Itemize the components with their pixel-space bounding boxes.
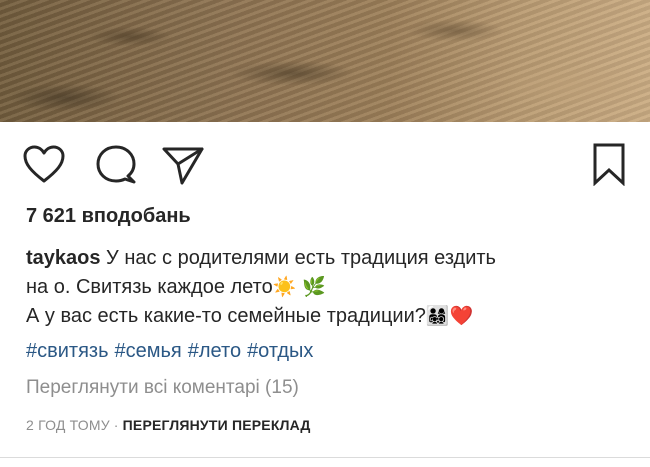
red-heart-emoji: ❤️ (449, 306, 474, 327)
caption-line-3: А у вас есть какие-то семейные традиции?… (26, 302, 626, 331)
caption-username[interactable]: taykaos (26, 247, 101, 269)
view-all-comments-link[interactable]: Переглянути всі коментарі (15) (26, 377, 299, 399)
hashtag-link[interactable]: #лето (188, 340, 241, 362)
caption-line-2: на о. Свитязь каждое лето☀️ 🌿 (26, 273, 626, 302)
action-bar (0, 140, 650, 188)
herb-emoji: 🌿 (301, 277, 326, 298)
bookmark-icon[interactable] (590, 142, 628, 186)
likes-count[interactable]: 7 621 вподобань (26, 205, 191, 228)
divider (0, 457, 650, 458)
instagram-post: 7 621 вподобань taykaos У нас с родителя… (0, 0, 650, 467)
hashtag-link[interactable]: #свитязь (26, 340, 109, 362)
meta-separator: · (113, 417, 119, 433)
sun-emoji: ☀️ (272, 277, 297, 298)
hashtag-link[interactable]: #отдых (247, 340, 313, 362)
post-meta: 2 ГОД ТОМУ · ПЕРЕГЛЯНУТИ ПЕРЕКЛАД (26, 417, 311, 433)
post-timestamp: 2 ГОД ТОМУ (26, 417, 110, 433)
comment-bubble-icon[interactable] (94, 143, 138, 185)
caption-text-3: А у вас есть какие-то семейные традиции? (26, 305, 426, 327)
see-translation-button[interactable]: ПЕРЕГЛЯНУТИ ПЕРЕКЛАД (123, 417, 311, 433)
post-photo[interactable] (0, 0, 650, 122)
paper-plane-icon[interactable] (160, 144, 206, 186)
family-emoji: 👨‍👩‍👧‍👦 (425, 306, 450, 327)
caption-line-1: taykaos У нас с родителями есть традиция… (26, 244, 626, 273)
post-caption: taykaos У нас с родителями есть традиция… (26, 244, 626, 331)
caption-text-1: У нас с родителями есть традиция ездить (100, 247, 496, 269)
hashtags: #свитязь #семья #лето #отдых (26, 340, 319, 363)
caption-text-2: на о. Свитязь каждое лето (26, 276, 273, 298)
heart-icon[interactable] (22, 144, 66, 184)
hashtag-link[interactable]: #семья (115, 340, 182, 362)
